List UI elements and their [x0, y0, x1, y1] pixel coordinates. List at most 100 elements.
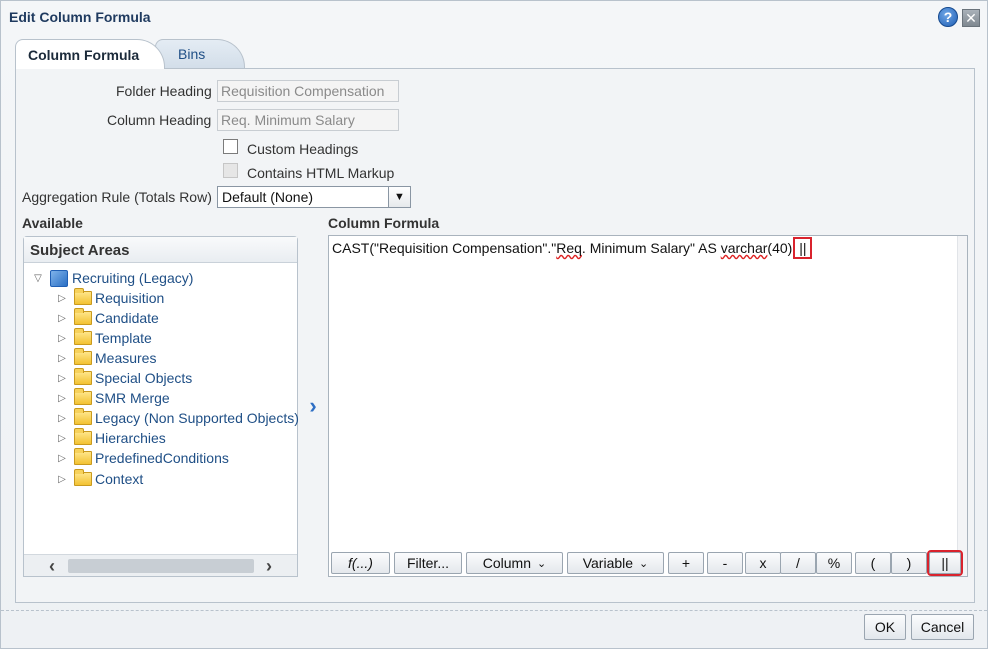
tree-item-label: Hierarchies: [95, 430, 166, 446]
available-heading: Available: [22, 215, 83, 231]
tree-item-label: Requisition: [95, 290, 165, 306]
tree-item-special-objects[interactable]: ▷ Special Objects: [56, 368, 192, 388]
concat-button[interactable]: ||: [927, 550, 963, 576]
scrollbar-thumb[interactable]: [68, 559, 254, 573]
expand-triangle-icon[interactable]: ▷: [56, 312, 68, 324]
tree-item-label: Measures: [95, 350, 157, 366]
folder-heading-label: Folder Heading: [116, 83, 212, 99]
folder-icon: [74, 328, 92, 345]
column-button-label: Column: [482, 555, 532, 571]
add-to-formula-arrow-icon[interactable]: ›: [304, 393, 322, 418]
folder-icon: [74, 388, 92, 405]
chevron-down-icon: ⌄: [537, 557, 547, 570]
cancel-button[interactable]: Cancel: [911, 614, 974, 640]
column-heading-label: Column Heading: [107, 112, 212, 128]
tree-item-label: SMR Merge: [95, 390, 170, 406]
dialog-title: Edit Column Formula: [9, 9, 151, 25]
folder-icon: [74, 288, 92, 305]
open-paren-button[interactable]: (: [855, 552, 891, 574]
filter-button[interactable]: Filter...: [394, 552, 462, 574]
expand-triangle-icon[interactable]: ▷: [56, 352, 68, 364]
close-icon[interactable]: ✕: [962, 9, 980, 27]
vertical-scrollbar[interactable]: [957, 236, 967, 576]
tree-item-requisition[interactable]: ▷ Requisition: [56, 288, 164, 308]
folder-icon: [74, 428, 92, 445]
formula-toolbar: f(...) Filter... Column ⌄ Variable ⌄ + -…: [331, 550, 965, 576]
tree-item-context[interactable]: ▷ Context: [56, 469, 143, 489]
formula-editor[interactable]: CAST("Requisition Compensation"."Req. Mi…: [328, 235, 968, 577]
tree-item-hierarchies[interactable]: ▷ Hierarchies: [56, 428, 166, 448]
tree-root-label: Recruiting (Legacy): [72, 270, 194, 286]
tree-item-label: Candidate: [95, 310, 159, 326]
expand-triangle-icon[interactable]: ▷: [56, 412, 68, 424]
column-heading-field: Req. Minimum Salary: [217, 109, 399, 131]
tree-item-candidate[interactable]: ▷ Candidate: [56, 308, 159, 328]
variable-button-label: Variable: [582, 555, 634, 571]
expand-triangle-icon[interactable]: ▷: [56, 392, 68, 404]
contains-html-checkbox: [223, 163, 238, 178]
contains-html-label: Contains HTML Markup: [247, 165, 395, 181]
divide-button[interactable]: /: [780, 552, 816, 574]
folder-icon: [74, 448, 92, 465]
expand-triangle-icon[interactable]: ▷: [56, 473, 68, 485]
formula-text-part: (40): [767, 240, 793, 256]
formula-spellcheck-word: Req: [556, 240, 582, 256]
aggregation-rule-label: Aggregation Rule (Totals Row): [22, 189, 212, 205]
edit-column-formula-dialog: Edit Column Formula ? ✕ Column Formula B…: [0, 0, 988, 649]
folder-heading-field: Requisition Compensation: [217, 80, 399, 102]
tree-item-predefined-conditions[interactable]: ▷ PredefinedConditions: [56, 448, 229, 468]
tree-item-label: Context: [95, 471, 144, 487]
footer-divider: [1, 610, 987, 611]
folder-icon: [74, 308, 92, 325]
formula-text-part: . Minimum Salary" AS: [581, 240, 721, 256]
help-icon[interactable]: ?: [938, 7, 958, 27]
folder-icon: [74, 469, 92, 486]
horizontal-scrollbar[interactable]: ‹ ›: [24, 554, 297, 576]
multiply-button[interactable]: x: [745, 552, 781, 574]
formula-spellcheck-word: varchar: [720, 240, 768, 256]
custom-headings-checkbox[interactable]: [223, 139, 238, 154]
tree-item-measures[interactable]: ▷ Measures: [56, 348, 156, 368]
column-formula-heading: Column Formula: [328, 215, 440, 231]
tree-item-label: Template: [95, 330, 152, 346]
tree-item-label: PredefinedConditions: [95, 450, 229, 466]
tree-root-recruiting[interactable]: ▽ Recruiting (Legacy): [32, 268, 193, 288]
expand-triangle-icon[interactable]: ▷: [56, 332, 68, 344]
tree-item-legacy[interactable]: ▷ Legacy (Non Supported Objects): [56, 408, 299, 428]
tree-item-label: Legacy (Non Supported Objects): [95, 410, 299, 426]
folder-icon: [74, 348, 92, 365]
function-button[interactable]: f(...): [331, 552, 390, 574]
ok-button[interactable]: OK: [864, 614, 906, 640]
tab-column-formula[interactable]: Column Formula: [15, 39, 165, 69]
close-paren-button[interactable]: ): [891, 552, 927, 574]
aggregation-rule-select[interactable]: Default (None) ▼: [217, 186, 411, 208]
tree-item-smr-merge[interactable]: ▷ SMR Merge: [56, 388, 170, 408]
folder-icon: [74, 368, 92, 385]
formula-text-part: CAST("Requisition Compensation".": [332, 240, 557, 256]
expand-triangle-icon[interactable]: ▷: [56, 452, 68, 464]
folder-icon: [74, 408, 92, 425]
chevron-down-icon[interactable]: ▼: [388, 187, 410, 207]
percent-button[interactable]: %: [816, 552, 852, 574]
collapse-triangle-icon[interactable]: ▽: [32, 272, 44, 284]
formula-concat-operator-highlight: ||: [793, 237, 813, 259]
expand-triangle-icon[interactable]: ▷: [56, 292, 68, 304]
expand-triangle-icon[interactable]: ▷: [56, 372, 68, 384]
aggregation-rule-value: Default (None): [222, 189, 314, 205]
subject-area-icon: [50, 269, 68, 287]
scroll-left-icon[interactable]: ‹: [42, 556, 62, 576]
subject-areas-title: Subject Areas: [24, 237, 297, 263]
variable-button[interactable]: Variable ⌄: [567, 552, 664, 574]
chevron-down-icon: ⌄: [639, 557, 649, 570]
expand-triangle-icon[interactable]: ▷: [56, 432, 68, 444]
tree-item-template[interactable]: ▷ Template: [56, 328, 152, 348]
plus-button[interactable]: +: [668, 552, 704, 574]
formula-text[interactable]: CAST("Requisition Compensation"."Req. Mi…: [332, 237, 813, 259]
column-button[interactable]: Column ⌄: [466, 552, 563, 574]
scroll-right-icon[interactable]: ›: [259, 556, 279, 576]
tree-item-label: Special Objects: [95, 370, 193, 386]
minus-button[interactable]: -: [707, 552, 743, 574]
tab-bins[interactable]: Bins: [155, 39, 245, 68]
custom-headings-label: Custom Headings: [247, 141, 359, 157]
subject-areas-panel: Subject Areas ▽ Recruiting (Legacy) ▷ Re…: [23, 236, 299, 577]
